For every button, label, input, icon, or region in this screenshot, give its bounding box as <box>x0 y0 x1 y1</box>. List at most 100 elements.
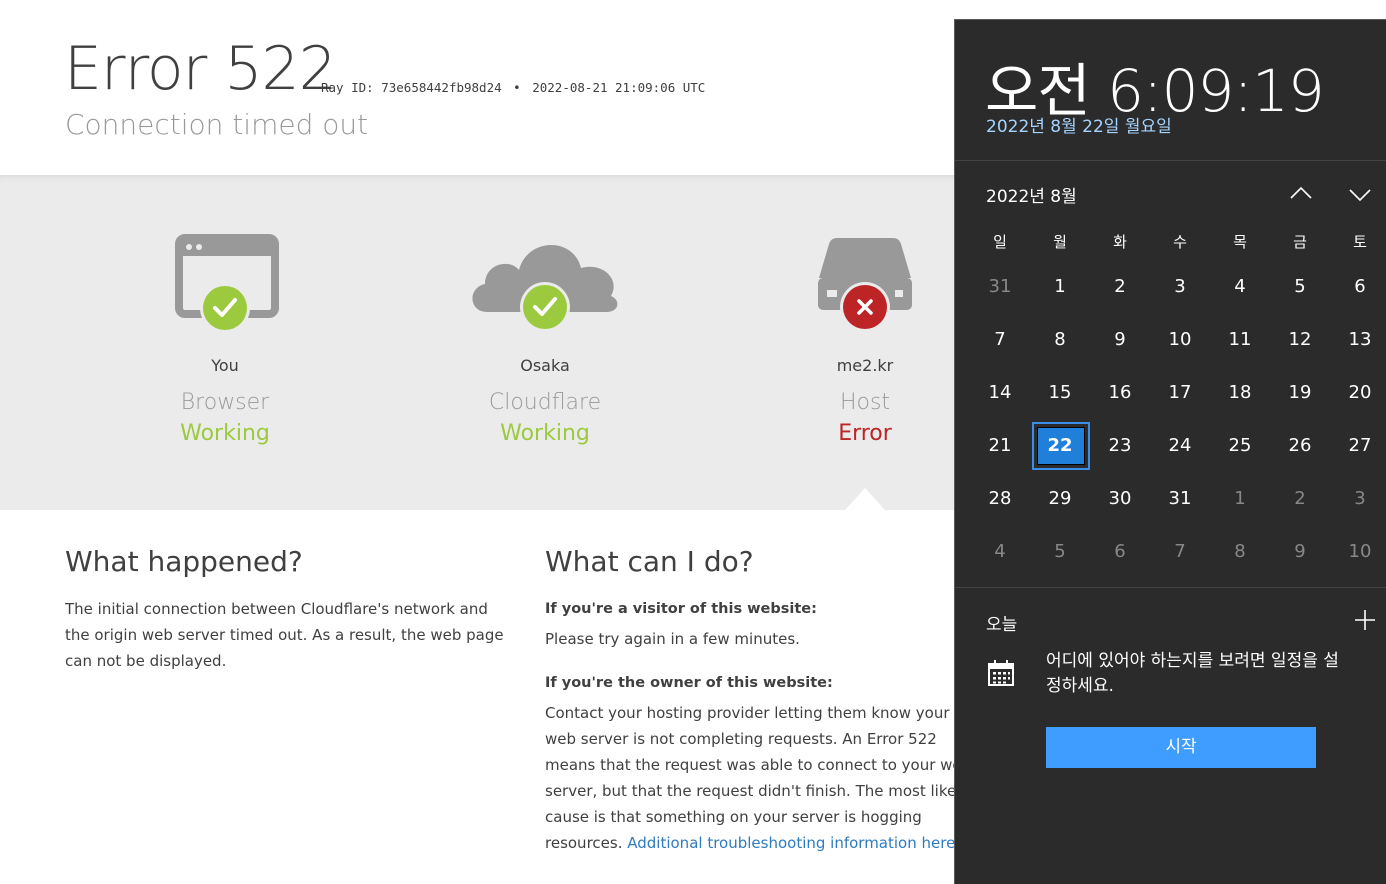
calendar-day[interactable]: 9 <box>1270 525 1330 578</box>
calendar-grid: 일월화수목금토 31 1 2 3 4 5 6 7 8 9 10 11 12 13 14 15 16 17 18 19 2… <box>970 224 1386 578</box>
calendar-week-row: 4 5 6 7 8 9 10 <box>970 525 1386 578</box>
calendar-day[interactable]: 18 <box>1210 366 1270 419</box>
what-happened-body: The initial connection between Cloudflar… <box>65 600 504 670</box>
what-can-i-do-title: What can I do? <box>545 545 754 578</box>
plus-icon <box>1355 610 1375 630</box>
weekday-label: 화 <box>1113 233 1127 251</box>
chevron-down-icon <box>1349 189 1371 202</box>
calendar-day-today[interactable]: 22 <box>1030 419 1090 472</box>
ray-bullet: • <box>513 80 521 95</box>
ray-label: Ray ID: <box>321 80 374 95</box>
owner-body: Contact your hosting provider letting th… <box>545 704 972 852</box>
what-happened-title: What happened? <box>65 545 303 578</box>
agenda-empty-message: 어디에 있어야 하는지를 보려면 일정을 설정하세요. <box>1046 651 1339 696</box>
visitor-heading: If you're a visitor of this website: <box>545 601 817 617</box>
error-subtitle: Connection timed out <box>65 108 369 141</box>
calendar-day[interactable]: 31 <box>970 260 1030 313</box>
flyout-divider <box>955 587 1386 588</box>
weekday-label: 수 <box>1173 233 1187 251</box>
node-location: me2.kr <box>836 356 894 375</box>
calendar-icon <box>986 658 1016 688</box>
what-can-i-do-section: What can I do? If you're a visitor of th… <box>545 545 985 856</box>
calendar-day[interactable]: 15 <box>1030 366 1090 419</box>
calendar-body: 31 1 2 3 4 5 6 7 8 9 10 11 12 13 14 15 16 17 18 19 20 21 22 23 2… <box>970 260 1386 578</box>
calendar-day[interactable]: 8 <box>1030 313 1090 366</box>
calendar-month-label[interactable]: 2022년 8월 <box>986 182 1077 207</box>
calendar-day[interactable]: 5 <box>1030 525 1090 578</box>
node-kind: Browser <box>180 390 270 415</box>
troubleshooting-link[interactable]: Additional troubleshooting information h… <box>627 834 960 852</box>
calendar-day[interactable]: 28 <box>970 472 1030 525</box>
calendar-day[interactable]: 5 <box>1270 260 1330 313</box>
calendar-day[interactable]: 27 <box>1330 419 1386 472</box>
calendar-day[interactable]: 29 <box>1030 472 1090 525</box>
calendar-day[interactable]: 30 <box>1090 472 1150 525</box>
calendar-day[interactable]: 13 <box>1330 313 1386 366</box>
calendar-week-row: 28 29 30 31 1 2 3 <box>970 472 1386 525</box>
calendar-day[interactable]: 1 <box>1030 260 1090 313</box>
calendar-day[interactable]: 24 <box>1150 419 1210 472</box>
clock-calendar-flyout: 오전 6:09:19 2022년 8월 22일 월요일 2022년 8월 일월화… <box>954 19 1386 884</box>
calendar-week-row: 7 8 9 10 11 12 13 <box>970 313 1386 366</box>
owner-heading: If you're the owner of this website: <box>545 675 833 691</box>
calendar-day[interactable]: 7 <box>970 313 1030 366</box>
calendar-day[interactable]: 4 <box>970 525 1030 578</box>
calendar-day[interactable]: 19 <box>1270 366 1330 419</box>
visitor-body: Please try again in a few minutes. <box>545 630 800 648</box>
calendar-day[interactable]: 16 <box>1090 366 1150 419</box>
calendar-day[interactable]: 3 <box>1150 260 1210 313</box>
server-icon <box>745 230 985 340</box>
what-happened-section: What happened? The initial connection be… <box>65 545 510 674</box>
weekday-label: 목 <box>1233 233 1247 251</box>
calendar-day[interactable]: 31 <box>1150 472 1210 525</box>
agenda-today-label: 오늘 <box>986 615 1018 635</box>
clock-date-link[interactable]: 2022년 8월 22일 월요일 <box>986 112 1172 137</box>
weekday-label: 일 <box>993 233 1007 251</box>
calendar-day[interactable]: 10 <box>1330 525 1386 578</box>
next-month-button[interactable] <box>1346 182 1374 206</box>
calendar-day[interactable]: 12 <box>1270 313 1330 366</box>
node-location: You <box>211 356 239 375</box>
calendar-day[interactable]: 1 <box>1210 472 1270 525</box>
calendar-day[interactable]: 6 <box>1090 525 1150 578</box>
weekday-label: 토 <box>1353 233 1367 251</box>
calendar-week-row: 21 22 23 24 25 26 27 <box>970 419 1386 472</box>
ray-timestamp: 2022-08-21 21:09:06 UTC <box>532 80 706 95</box>
node-status: Working <box>500 421 590 446</box>
calendar-day[interactable]: 23 <box>1090 419 1150 472</box>
cloud-icon <box>425 230 665 340</box>
node-kind: Cloudflare <box>488 390 602 415</box>
calendar-day[interactable]: 2 <box>1270 472 1330 525</box>
calendar-day[interactable]: 9 <box>1090 313 1150 366</box>
owner-body-paragraph: Contact your hosting provider letting th… <box>545 700 985 856</box>
previous-month-button[interactable] <box>1287 182 1315 206</box>
calendar-day[interactable]: 6 <box>1330 260 1386 313</box>
calendar-day[interactable]: 25 <box>1210 419 1270 472</box>
calendar-day[interactable]: 3 <box>1330 472 1386 525</box>
calendar-day[interactable]: 7 <box>1150 525 1210 578</box>
ray-info: Ray ID: 73e658442fb98d24 • 2022-08-21 21… <box>321 80 705 95</box>
calendar-day[interactable]: 17 <box>1150 366 1210 419</box>
calendar-day[interactable]: 11 <box>1210 313 1270 366</box>
ray-id: 73e658442fb98d24 <box>381 80 502 95</box>
flyout-divider <box>955 160 1386 161</box>
calendar-day[interactable]: 21 <box>970 419 1030 472</box>
get-started-button[interactable]: 시작 <box>1046 727 1316 768</box>
calendar-day[interactable]: 26 <box>1270 419 1330 472</box>
add-event-button[interactable] <box>1353 608 1377 632</box>
calendar-day[interactable]: 10 <box>1150 313 1210 366</box>
calendar-weekday-header: 일월화수목금토 <box>970 224 1386 260</box>
calendar-day[interactable]: 4 <box>1210 260 1270 313</box>
node-status: Error <box>838 421 892 446</box>
calendar-day[interactable]: 20 <box>1330 366 1386 419</box>
calendar-week-row: 14 15 16 17 18 19 20 <box>970 366 1386 419</box>
error-code: Error 522 <box>64 34 337 104</box>
calendar-day[interactable]: 2 <box>1090 260 1150 313</box>
node-status: Working <box>180 421 270 446</box>
browser-icon <box>105 230 345 340</box>
calendar-day-number: 22 <box>1047 435 1073 456</box>
chevron-up-icon <box>1290 186 1312 199</box>
calendar-day[interactable]: 14 <box>970 366 1030 419</box>
status-pointer <box>845 488 885 510</box>
calendar-day[interactable]: 8 <box>1210 525 1270 578</box>
